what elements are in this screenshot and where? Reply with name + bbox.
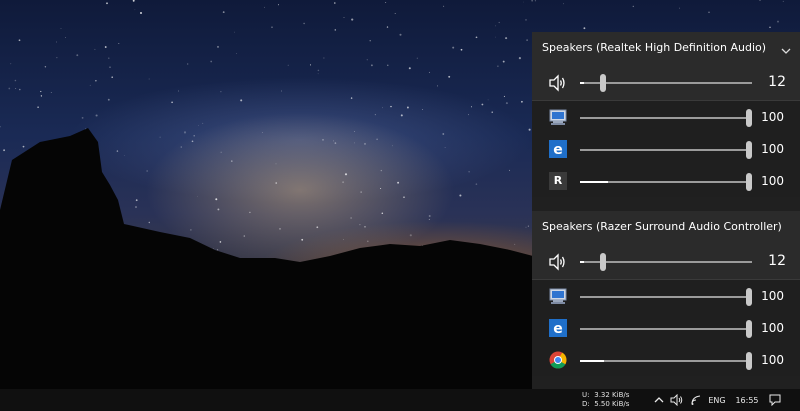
master-volume-slider[interactable]: [580, 74, 752, 92]
taskbar-volume-icon[interactable]: [669, 392, 685, 408]
svg-text:e: e: [553, 321, 563, 337]
download-speed: 5.50 KiB/s: [594, 400, 630, 408]
speaker-icon[interactable]: [548, 73, 568, 93]
volume-mixer-flyout: Speakers (Realtek High Definition Audio)…: [532, 32, 800, 389]
app-volume-value: 100: [761, 321, 784, 335]
app-volume-slider[interactable]: [580, 320, 752, 338]
razer-icon-glyph: R: [553, 174, 563, 187]
app-volume-slider[interactable]: [580, 352, 752, 370]
master-volume-slider[interactable]: [580, 253, 752, 271]
system-sounds-icon[interactable]: [548, 107, 568, 127]
upload-label: U:: [582, 391, 590, 399]
audio-peak-meter: [580, 360, 605, 362]
razer-icon[interactable]: R: [548, 171, 568, 191]
app-volume-row: e 100: [532, 133, 800, 165]
slider-thumb[interactable]: [599, 74, 606, 92]
app-volume-value: 100: [761, 289, 784, 303]
slider-thumb[interactable]: [599, 253, 606, 271]
device-master-volume-row: 12: [532, 66, 800, 100]
app-volume-value: 100: [761, 353, 784, 367]
master-volume-value: 12: [768, 74, 786, 90]
edge-icon[interactable]: e: [548, 318, 568, 338]
app-volume-row: 100: [532, 280, 800, 312]
playback-device-name: Speakers (Razer Surround Audio Controlle…: [542, 220, 782, 233]
app-volume-value: 100: [761, 174, 784, 188]
upload-speed: 3.32 KiB/s: [594, 391, 630, 399]
playback-device-name: Speakers (Realtek High Definition Audio): [542, 41, 767, 54]
playback-device-header: Speakers (Razer Surround Audio Controlle…: [532, 211, 800, 245]
show-hidden-icons-chevron-up-icon[interactable]: [653, 392, 665, 408]
app-volume-row: 100: [532, 101, 800, 133]
app-volume-row: R 100: [532, 165, 800, 197]
system-sounds-icon[interactable]: [548, 286, 568, 306]
app-volume-value: 100: [761, 110, 784, 124]
playback-device-header[interactable]: Speakers (Realtek High Definition Audio): [532, 32, 800, 66]
volume-fill: [580, 261, 584, 263]
app-volume-row: e 100: [532, 312, 800, 344]
download-label: D:: [582, 400, 590, 408]
network-speed-meter: U: 3.32 KiB/s D: 5.50 KiB/s: [582, 391, 629, 409]
action-center-icon[interactable]: [766, 392, 784, 408]
wifi-icon[interactable]: [689, 392, 703, 408]
edge-icon[interactable]: e: [548, 139, 568, 159]
chevron-down-icon[interactable]: [780, 42, 792, 54]
app-volume-slider[interactable]: [580, 109, 752, 127]
volume-fill: [580, 82, 584, 84]
chrome-icon[interactable]: [548, 350, 568, 370]
app-volume-row: 100: [532, 344, 800, 376]
device-master-volume-row: 12: [532, 245, 800, 279]
app-volume-slider[interactable]: [580, 288, 752, 306]
master-volume-value: 12: [768, 253, 786, 269]
audio-peak-meter: [580, 181, 608, 183]
speaker-icon[interactable]: [548, 252, 568, 272]
app-volume-slider[interactable]: [580, 173, 752, 191]
taskbar: U: 3.32 KiB/s D: 5.50 KiB/s ENG 16:55: [0, 389, 800, 411]
app-volume-slider[interactable]: [580, 141, 752, 159]
app-volume-value: 100: [761, 142, 784, 156]
input-language[interactable]: ENG: [706, 392, 728, 408]
svg-text:e: e: [553, 142, 563, 158]
taskbar-clock[interactable]: 16:55: [734, 392, 760, 408]
